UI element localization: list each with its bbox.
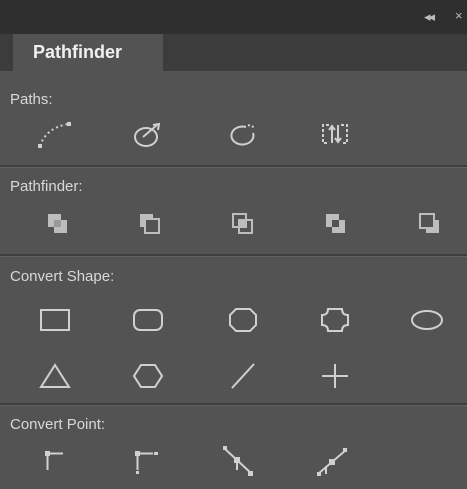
- subtract-button[interactable]: [130, 206, 170, 242]
- minus-back-icon: [419, 213, 439, 233]
- plain-point-button[interactable]: [36, 443, 76, 479]
- close-panel-icon[interactable]: ×: [455, 8, 463, 23]
- orthogonal-line-icon: [322, 364, 348, 388]
- open-path-icon: [230, 124, 255, 146]
- section-divider: [0, 403, 467, 406]
- add-button[interactable]: [38, 206, 78, 242]
- convert-to-inverse-rounded-rectangle-button[interactable]: [315, 302, 355, 338]
- convert-to-orthogonal-line-button[interactable]: [315, 358, 355, 394]
- corner-point-icon: [135, 451, 158, 474]
- reverse-path-icon: [322, 124, 348, 144]
- convert-to-beveled-rectangle-button[interactable]: [223, 302, 263, 338]
- exclude-overlap-icon: [326, 214, 345, 233]
- smooth-point-button[interactable]: [218, 443, 258, 479]
- minus-back-button[interactable]: [410, 206, 450, 242]
- convert-to-rounded-rectangle-button[interactable]: [128, 302, 168, 338]
- smooth-point-icon: [223, 446, 253, 476]
- intersect-icon: [232, 213, 253, 234]
- close-path-button[interactable]: [128, 117, 168, 153]
- collapse-panel-icon[interactable]: ◂◂: [424, 9, 435, 25]
- convert-point-section-label: Convert Point:: [10, 416, 106, 433]
- convert-shape-section-label: Convert Shape:: [10, 268, 115, 285]
- section-divider: [0, 254, 467, 257]
- corner-point-button[interactable]: [127, 443, 167, 479]
- open-path-button[interactable]: [223, 117, 263, 153]
- panel-title-bar: [0, 0, 467, 34]
- symmetrical-point-icon: [317, 448, 347, 476]
- paths-section-label: Paths:: [10, 91, 53, 108]
- polygon-icon: [132, 364, 164, 388]
- exclude-overlap-button[interactable]: [316, 206, 356, 242]
- beveled-rectangle-icon: [229, 308, 257, 332]
- intersect-button[interactable]: [223, 206, 263, 242]
- rectangle-icon: [40, 309, 70, 331]
- join-path-button[interactable]: [35, 117, 75, 153]
- line-icon: [231, 363, 255, 389]
- add-icon: [48, 214, 67, 233]
- close-path-icon: [134, 122, 161, 147]
- reverse-path-button[interactable]: [315, 117, 355, 153]
- section-divider: [0, 165, 467, 168]
- convert-to-line-button[interactable]: [223, 358, 263, 394]
- convert-to-triangle-button[interactable]: [35, 358, 75, 394]
- pathfinder-section-label: Pathfinder:: [10, 178, 83, 195]
- rounded-rectangle-icon: [133, 309, 163, 331]
- convert-to-rectangle-button[interactable]: [35, 302, 75, 338]
- tab-pathfinder[interactable]: Pathfinder: [13, 34, 163, 71]
- convert-to-ellipse-button[interactable]: [407, 302, 447, 338]
- subtract-icon: [140, 214, 160, 234]
- inverse-rounded-rectangle-icon: [321, 308, 349, 332]
- triangle-icon: [39, 363, 71, 388]
- join-icon: [38, 122, 71, 148]
- convert-to-polygon-button[interactable]: [128, 358, 168, 394]
- symmetrical-point-button[interactable]: [312, 443, 352, 479]
- ellipse-icon: [411, 310, 443, 330]
- plain-point-icon: [45, 451, 63, 470]
